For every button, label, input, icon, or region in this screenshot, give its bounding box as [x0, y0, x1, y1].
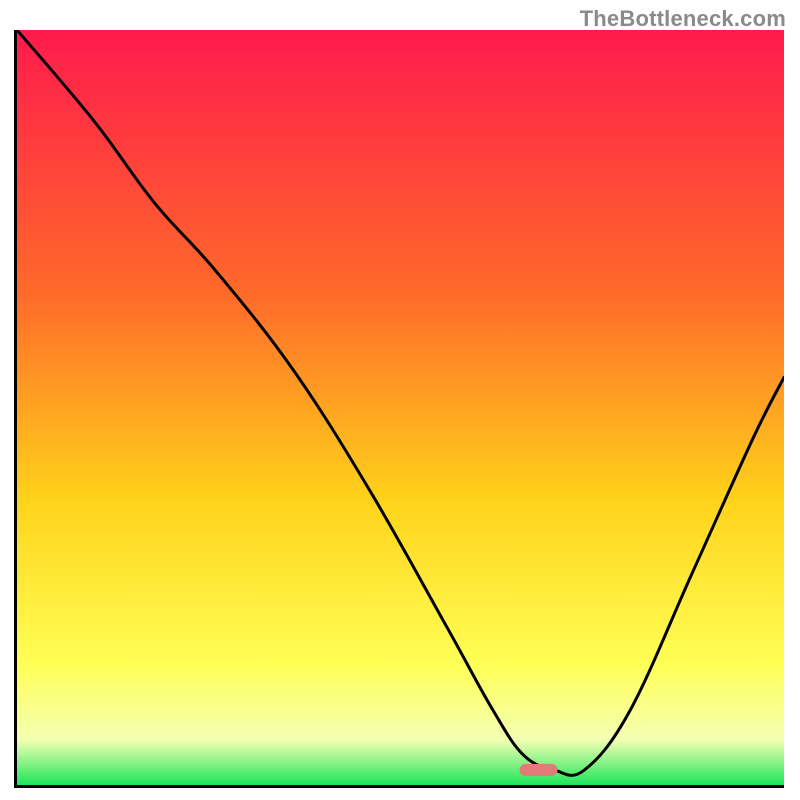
optimal-marker — [520, 764, 558, 776]
chart-background — [17, 30, 784, 785]
chart-svg — [17, 30, 784, 785]
chart-container — [14, 30, 784, 788]
watermark-text: TheBottleneck.com — [580, 6, 786, 32]
